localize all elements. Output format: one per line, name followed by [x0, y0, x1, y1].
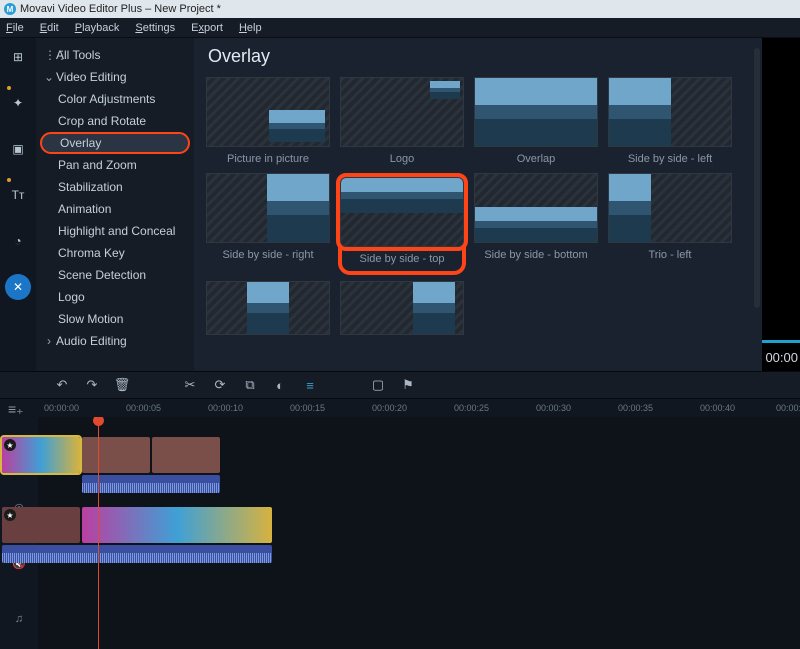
- item-overlay[interactable]: Overlay: [40, 132, 190, 154]
- card-overlap[interactable]: Overlap: [472, 77, 600, 167]
- item-crop-rotate[interactable]: Crop and Rotate: [36, 110, 194, 132]
- item-animation[interactable]: Animation: [36, 198, 194, 220]
- split-icon[interactable]: ✂: [182, 377, 198, 393]
- clip-video-1[interactable]: ★: [2, 507, 80, 543]
- add-track-icon[interactable]: ≡₊: [8, 401, 24, 418]
- clip-overlay-2[interactable]: [82, 437, 150, 473]
- timeline: ≡₊ 00:00:00 00:00:05 00:00:10 00:00:15 0…: [0, 399, 800, 649]
- color-icon[interactable]: ◐: [272, 377, 288, 393]
- preview-panel: 00:00: [762, 38, 800, 371]
- clip-overlay-3[interactable]: [152, 437, 220, 473]
- timeline-toolbar: ↶ ↷ 🗑 ✂ ⟳ ⧉ ◐ ≡ ▢ ⚑: [0, 371, 800, 399]
- app-logo-icon: M: [4, 3, 16, 15]
- tracks-area[interactable]: ◎ ◎ 🔇 ♫ ★ ★: [0, 417, 800, 649]
- redo-icon[interactable]: ↷: [84, 377, 100, 393]
- card-trio-left[interactable]: Trio - left: [606, 173, 734, 275]
- stickers-icon[interactable]: ◔: [5, 228, 31, 254]
- menu-edit[interactable]: Edit: [40, 22, 59, 34]
- time-ruler[interactable]: ≡₊ 00:00:00 00:00:05 00:00:10 00:00:15 0…: [0, 399, 800, 417]
- filters-icon[interactable]: ✦: [5, 90, 31, 116]
- item-chroma-key[interactable]: Chroma Key: [36, 242, 194, 264]
- overlay-gallery: Overlay Picture in picture Logo Overlap: [194, 38, 762, 371]
- star-icon: ★: [4, 439, 16, 451]
- item-logo[interactable]: Logo: [36, 286, 194, 308]
- marker-icon[interactable]: ⚑: [400, 377, 416, 393]
- add-media-icon[interactable]: ⊞: [5, 44, 31, 70]
- title-bar: M Movavi Video Editor Plus – New Project…: [0, 0, 800, 18]
- item-stabilization[interactable]: Stabilization: [36, 176, 194, 198]
- item-color-adjustments[interactable]: Color Adjustments: [36, 88, 194, 110]
- menu-playback[interactable]: Playback: [75, 22, 120, 34]
- menu-export[interactable]: Export: [191, 22, 223, 34]
- record-icon[interactable]: ▢: [370, 377, 386, 393]
- menu-file[interactable]: File: [6, 22, 24, 34]
- clip-video-audio[interactable]: [2, 545, 272, 563]
- card-logo[interactable]: Logo: [338, 77, 466, 167]
- card-side-bottom[interactable]: Side by side - bottom: [472, 173, 600, 275]
- menu-bar: File Edit Playback Settings Export Help: [0, 18, 800, 38]
- more-tools-icon[interactable]: ✕: [5, 274, 31, 300]
- all-tools-header[interactable]: ⋮⋮All Tools: [36, 44, 194, 66]
- clip-overlay-1[interactable]: ★: [2, 437, 80, 473]
- clip-properties-icon[interactable]: ≡: [302, 377, 318, 393]
- preview-timecode: 00:00: [765, 350, 798, 365]
- delete-icon[interactable]: 🗑: [114, 377, 130, 393]
- menu-settings[interactable]: Settings: [135, 22, 175, 34]
- card-side-right[interactable]: Side by side - right: [204, 173, 332, 275]
- playhead[interactable]: [98, 417, 99, 649]
- item-highlight-conceal[interactable]: Highlight and Conceal: [36, 220, 194, 242]
- window-title: Movavi Video Editor Plus – New Project *: [20, 3, 221, 15]
- clip-video-2[interactable]: [82, 507, 272, 543]
- transitions-icon[interactable]: ▣: [5, 136, 31, 162]
- card-picture-in-picture[interactable]: Picture in picture: [204, 77, 332, 167]
- audio-editing-header[interactable]: ›Audio Editing: [36, 330, 194, 352]
- gallery-scrollbar[interactable]: [754, 48, 760, 308]
- card-partial-2[interactable]: [338, 281, 466, 355]
- card-side-top[interactable]: Side by side - top: [338, 173, 466, 275]
- tool-panel: ⋮⋮All Tools ⌄Video Editing Color Adjustm…: [36, 38, 194, 371]
- item-pan-zoom[interactable]: Pan and Zoom: [36, 154, 194, 176]
- rotate-icon[interactable]: ⟳: [212, 377, 228, 393]
- clip-overlay-audio[interactable]: [82, 475, 220, 493]
- menu-help[interactable]: Help: [239, 22, 262, 34]
- titles-icon[interactable]: Tᴛ: [5, 182, 31, 208]
- card-side-left[interactable]: Side by side - left: [606, 77, 734, 167]
- video-editing-header[interactable]: ⌄Video Editing: [36, 66, 194, 88]
- tool-strip: ⊞ ✦ ▣ Tᴛ ◔ ✕: [0, 38, 36, 371]
- star-icon: ★: [4, 509, 16, 521]
- undo-icon[interactable]: ↶: [54, 377, 70, 393]
- item-scene-detection[interactable]: Scene Detection: [36, 264, 194, 286]
- card-partial-1[interactable]: [204, 281, 332, 355]
- crop-icon[interactable]: ⧉: [242, 377, 258, 393]
- item-slow-motion[interactable]: Slow Motion: [36, 308, 194, 330]
- gallery-heading: Overlay: [208, 46, 762, 67]
- audio-track-icon[interactable]: ♫: [11, 611, 27, 627]
